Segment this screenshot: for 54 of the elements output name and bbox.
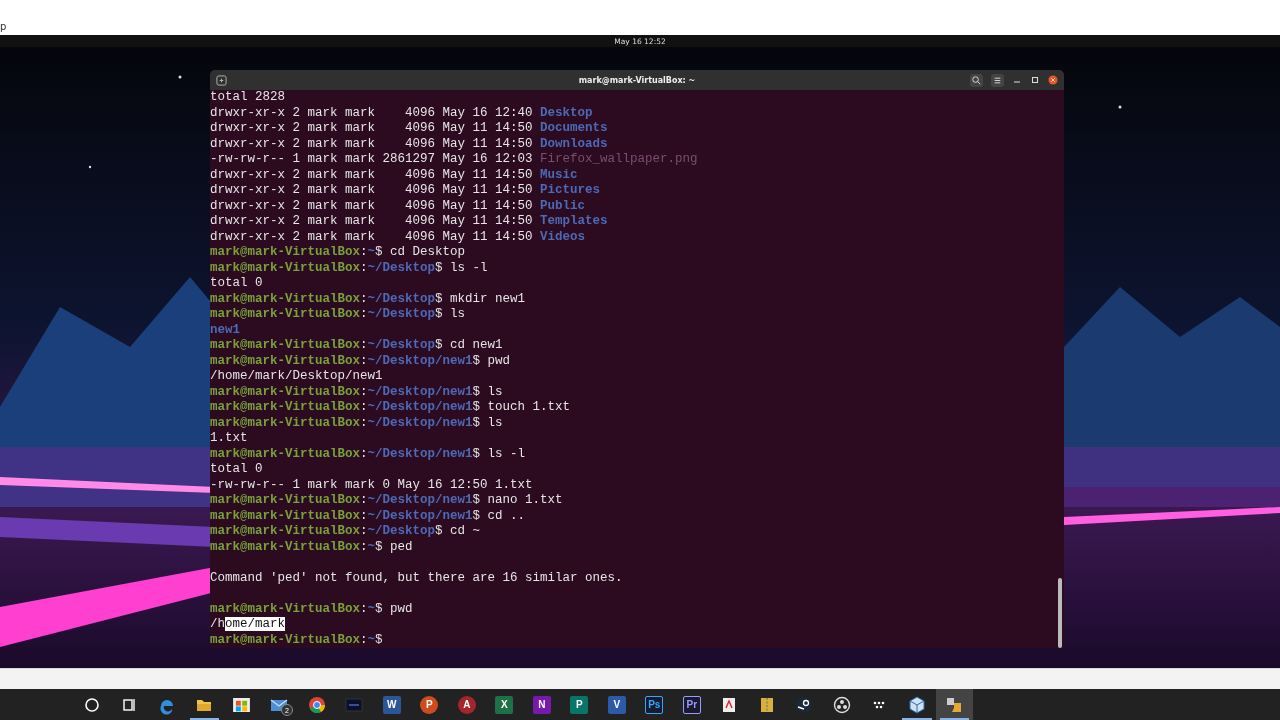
terminal-line: -rw-rw-r-- 1 mark mark 0 May 16 12:50 1.txt xyxy=(210,477,534,493)
taskbar-button[interactable]: P xyxy=(560,689,598,720)
terminal-line: -rw-rw-r-- 1 mark mark 2861297 May 16 12:03 Firefox_wallpaper.png xyxy=(210,152,699,168)
terminal-line: mark@mark-VirtualBox:~$ xyxy=(210,632,384,648)
cube-icon xyxy=(906,694,927,715)
terminal-line: mark@mark-VirtualBox:~/Desktop$ ls -l xyxy=(210,260,489,276)
terminal-line: 1.txt xyxy=(210,431,249,447)
window-title: mark@mark-VirtualBox: ~ xyxy=(578,75,696,85)
taskbar-button[interactable]: X xyxy=(485,689,523,720)
terminal-line: mark@mark-VirtualBox:~/Desktop$ mkdir new1 xyxy=(210,291,527,307)
terminal-line: mark@mark-VirtualBox:~/Desktop/new1$ cd .. xyxy=(210,508,527,524)
terminal-line: mark@mark-VirtualBox:~$ cd Desktop xyxy=(210,245,467,261)
terminal-line: drwxr-xr-x 2 mark mark 4096 May 11 14:50 Documents xyxy=(210,121,609,137)
circle-logo-icon xyxy=(831,694,852,715)
terminal-line: drwxr-xr-x 2 mark mark 4096 May 11 14:50 Templates xyxy=(210,214,609,230)
taskbar-button[interactable]: A xyxy=(448,689,486,720)
terminal-line: mark@mark-VirtualBox:~/Desktop/new1$ pwd xyxy=(210,353,512,369)
terminal-line: drwxr-xr-x 2 mark mark 4096 May 11 14:50 Videos xyxy=(210,229,587,245)
terminal-line: mark@mark-VirtualBox:~/Desktop$ cd ~ xyxy=(210,524,482,540)
new-tab-icon[interactable] xyxy=(216,74,227,86)
taskbar-button[interactable]: P xyxy=(410,689,448,720)
taskbar-button[interactable]: W xyxy=(373,689,411,720)
terminal-line: /home/mark/Desktop/new1 xyxy=(210,369,384,385)
taskbar-button[interactable]: Pr xyxy=(673,689,711,720)
taskbar-button[interactable]: Ps xyxy=(635,689,673,720)
terminal-line: drwxr-xr-x 2 mark mark 4096 May 11 14:50 Pictures xyxy=(210,183,602,199)
terminal-line: mark@mark-VirtualBox:~/Desktop/new1$ ls -l xyxy=(210,446,527,462)
terminal-line: mark@mark-VirtualBox:~/Desktop$ cd new1 xyxy=(210,338,504,354)
close-icon[interactable] xyxy=(1048,75,1058,85)
terminal-line: drwxr-xr-x 2 mark mark 4096 May 11 14:50 Music xyxy=(210,167,579,183)
maximize-icon[interactable] xyxy=(1030,75,1040,85)
terminal-line: total 0 xyxy=(210,276,264,292)
terminal-line: new1 xyxy=(210,322,241,338)
search-icon[interactable] xyxy=(970,73,983,87)
taskbar-button[interactable]: N xyxy=(523,689,561,720)
page-text: p xyxy=(0,21,7,34)
terminal-line: mark@mark-VirtualBox:~$ ped xyxy=(210,539,414,555)
terminal-line: mark@mark-VirtualBox:~/Desktop$ ls xyxy=(210,307,467,323)
menu-icon[interactable] xyxy=(991,73,1004,87)
terminal-line: mark@mark-VirtualBox:~$ pwd xyxy=(210,601,414,617)
scrollbar-thumb[interactable] xyxy=(1058,578,1062,648)
terminal-line: drwxr-xr-x 2 mark mark 4096 May 11 14:50 Downloads xyxy=(210,136,609,152)
terminal-line: mark@mark-VirtualBox:~/Desktop/new1$ nano 1.txt xyxy=(210,493,564,509)
terminal-line: total 0 xyxy=(210,462,264,478)
taskbar-button[interactable] xyxy=(935,689,973,720)
terminal-line: Command 'ped' not found, but there are 16 similar ones. xyxy=(210,570,624,586)
terminal-line: mark@mark-VirtualBox:~/Desktop/new1$ ls xyxy=(210,384,504,400)
terminal-line: drwxr-xr-x 2 mark mark 4096 May 11 14:50 Public xyxy=(210,198,587,214)
terminal-line: total 2828 xyxy=(210,90,286,106)
round-logo-icon xyxy=(306,694,327,715)
terminal-line: mark@mark-VirtualBox:~/Desktop/new1$ ls xyxy=(210,415,504,431)
taskbar-button[interactable]: V xyxy=(598,689,636,720)
terminal-line: drwxr-xr-x 2 mark mark 4096 May 16 12:40 Desktop xyxy=(210,105,594,121)
terminal-line: mark@mark-VirtualBox:~/Desktop/new1$ touch 1.txt xyxy=(210,400,572,416)
